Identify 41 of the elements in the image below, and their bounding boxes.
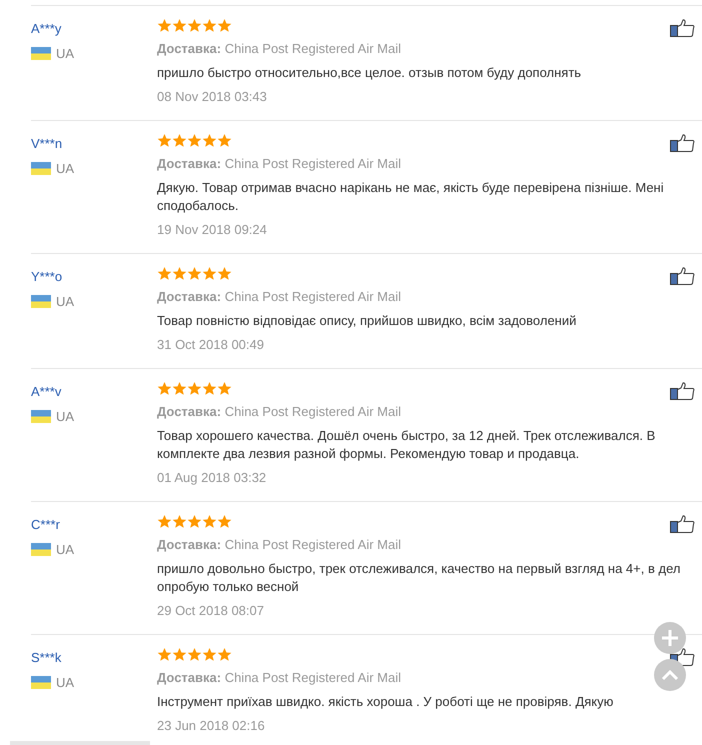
thumbs-up-icon[interactable] bbox=[670, 267, 695, 285]
review-text: Дякую. Товар отримав вчасно нарікань не має, якість буде перевірена пізніше. Мені сподобалось. bbox=[157, 179, 664, 215]
flag-icon bbox=[31, 676, 51, 689]
delivery-info: Доставка: China Post Registered Air Mail bbox=[157, 536, 402, 554]
flag-icon bbox=[31, 410, 51, 423]
review-date: 19 Nov 2018 09:24 bbox=[157, 221, 268, 239]
reviewer-name: A***y bbox=[31, 21, 62, 37]
delivery-info: Доставка: China Post Registered Air Mail bbox=[157, 288, 402, 306]
review-text: пришло быстро относительно,все целое. отзыв потом буду дополнять bbox=[157, 64, 582, 82]
flag-icon bbox=[31, 543, 51, 556]
reviewer-name: A***v bbox=[31, 384, 62, 400]
review-text: Інструмент приїхав швидко. якість хороша . У роботі ще не провіряв. Дякую bbox=[157, 693, 614, 711]
country-code: UA bbox=[56, 542, 74, 557]
delivery-info: Доставка: China Post Registered Air Mail bbox=[157, 403, 402, 421]
review-text: Товар повністю відповідає опису, прийшов швидко, всім задоволений bbox=[157, 312, 576, 330]
flag-icon bbox=[31, 162, 51, 175]
reviewer-name: S***k bbox=[31, 650, 62, 666]
review-date: 31 Oct 2018 00:49 bbox=[157, 336, 265, 354]
country-code: UA bbox=[56, 294, 74, 309]
thumbs-up-icon[interactable] bbox=[670, 134, 695, 152]
review-date: 29 Oct 2018 08:07 bbox=[157, 602, 265, 620]
country-code: UA bbox=[56, 675, 74, 690]
country-code: UA bbox=[56, 46, 74, 61]
reviewer-name: Y***o bbox=[31, 269, 62, 285]
flag-icon bbox=[31, 47, 51, 60]
review-date: 08 Nov 2018 03:43 bbox=[157, 88, 268, 106]
reviewer-name: V***n bbox=[31, 136, 62, 152]
review-date: 23 Jun 2018 02:16 bbox=[157, 717, 266, 735]
review-text: пришло довольно быстро, трек отслеживался, качество на первый взгляд на 4+, в дел опробую только весной bbox=[157, 560, 680, 596]
thumbs-up-icon[interactable] bbox=[670, 515, 695, 533]
thumbs-up-icon[interactable] bbox=[670, 382, 695, 400]
delivery-info: Доставка: China Post Registered Air Mail bbox=[157, 669, 402, 687]
flag-icon bbox=[31, 295, 51, 308]
review-date: 01 Aug 2018 03:32 bbox=[157, 469, 268, 487]
reviewer-name: C***r bbox=[31, 517, 60, 533]
country-code: UA bbox=[56, 409, 74, 424]
review-text: Товар хорошего качества. Дошёл очень быстро, за 12 дней. Трек отслеживался. В комплекте два лезвия разной формы. Рекомендую товар и продавца. bbox=[157, 427, 656, 463]
delivery-info: Доставка: China Post Registered Air Mail bbox=[157, 155, 402, 173]
country-code: UA bbox=[56, 161, 74, 176]
delivery-info: Доставка: China Post Registered Air Mail bbox=[157, 40, 402, 58]
thumbs-up-icon[interactable] bbox=[670, 19, 695, 37]
